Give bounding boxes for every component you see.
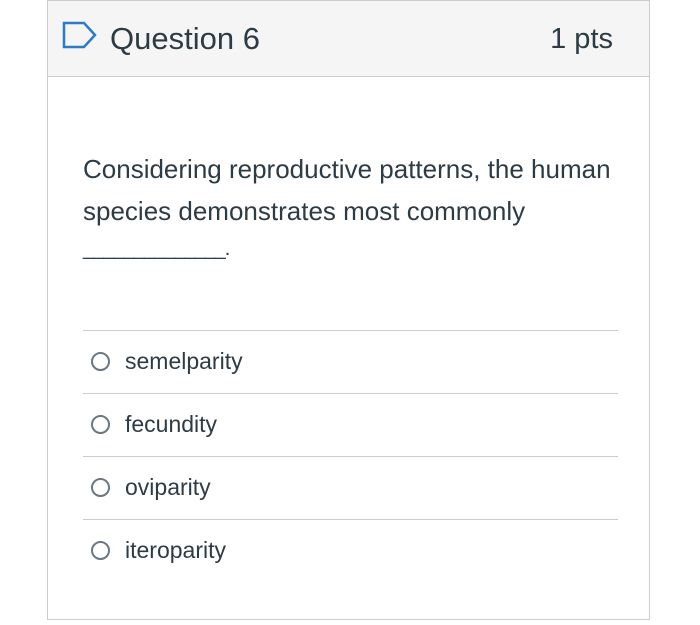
question-blank: ______________. — [83, 238, 230, 260]
answer-list: semelparity fecundity oviparity iteropar… — [83, 330, 618, 582]
answer-label: fecundity — [125, 411, 218, 437]
radio-button-icon[interactable] — [91, 415, 110, 434]
radio-button-icon[interactable] — [91, 478, 110, 497]
answer-option-fecundity[interactable]: fecundity — [83, 393, 618, 456]
answer-label: semelparity — [125, 348, 243, 374]
radio-button-icon[interactable] — [91, 352, 110, 371]
question-title: Question 6 — [110, 21, 260, 56]
question-text: Considering reproductive patterns, the h… — [83, 154, 611, 226]
answer-label: oviparity — [125, 474, 211, 500]
answer-option-iteroparity[interactable]: iteroparity — [83, 519, 618, 582]
question-header: Question 6 1 pts — [48, 0, 649, 77]
question-points: 1 pts — [550, 23, 613, 55]
answer-option-oviparity[interactable]: oviparity — [83, 456, 618, 519]
radio-button-icon[interactable] — [91, 541, 110, 560]
answer-option-semelparity[interactable]: semelparity — [83, 330, 618, 393]
flag-question-icon[interactable] — [62, 21, 98, 49]
answer-label: iteroparity — [125, 537, 226, 563]
question-card: Question 6 1 pts Considering reproductiv… — [47, 0, 650, 620]
